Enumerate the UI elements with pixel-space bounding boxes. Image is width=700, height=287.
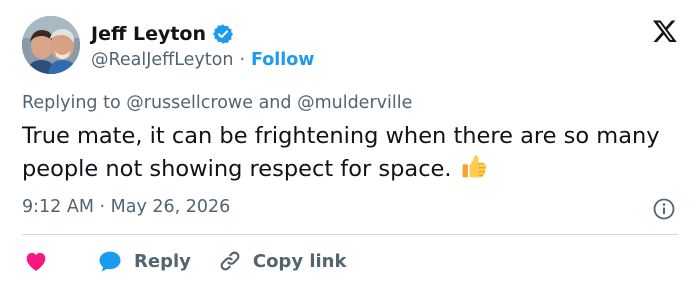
tweet-text: True mate, it can be frightening when th… [22,123,660,182]
author-handle[interactable]: @RealJeffLeyton [91,50,233,70]
reply-label: Reply [134,250,191,272]
separator-dot: · [239,50,246,70]
tweet-timestamp[interactable]: 9:12 AM · May 26, 2026 [22,197,230,217]
replying-to-line: Replying to @russellcrowe and @muldervil… [22,93,412,113]
mention-link-2[interactable]: @mulderville [297,93,412,113]
link-icon [220,251,240,271]
verified-badge-icon [213,24,234,44]
tweet-embed-card: Jeff Leyton @RealJeffLeyton · Follow Rep… [0,0,700,287]
x-logo-icon[interactable] [652,18,678,44]
author-handle-row: @RealJeffLeyton · Follow [91,48,314,72]
replying-conjunction: and [258,93,292,113]
heart-icon [26,252,46,271]
author-name-row: Jeff Leyton [91,20,234,48]
mention-link-1[interactable]: @russellcrowe [126,93,253,113]
copy-link-button[interactable]: Copy link [191,248,347,274]
author-name[interactable]: Jeff Leyton [91,23,206,45]
thumbs-up-emoji-icon [462,155,486,178]
copy-link-label: Copy link [252,250,347,272]
tweet-body: True mate, it can be frightening when th… [22,121,672,185]
reply-bubble-icon [99,251,121,272]
divider [22,234,678,235]
replying-prefix: Replying to [22,93,121,113]
follow-button[interactable]: Follow [251,50,314,70]
tweet-actions: Reply Copy link [22,246,346,276]
reply-button[interactable]: Reply [50,247,191,275]
info-icon[interactable] [652,197,676,221]
avatar-image [22,16,80,74]
avatar[interactable] [22,16,80,74]
like-button[interactable] [22,247,50,275]
